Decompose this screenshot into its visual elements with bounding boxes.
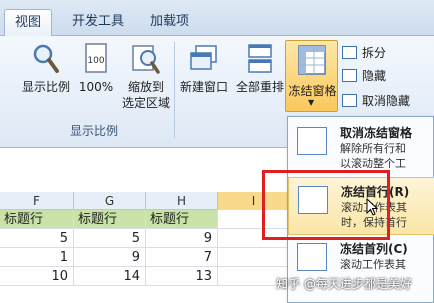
unfreeze-desc-1: 解除所有行和 [340,142,406,155]
zoom-button-label: 显示比例 [21,80,70,94]
zoom-100-label: 100% [78,80,114,94]
data-cell[interactable]: 13 [146,267,218,286]
data-cell[interactable]: 1 [0,248,74,267]
data-cell[interactable]: 10 [0,267,74,286]
arrange-all-button[interactable]: 全部重排 [232,42,288,95]
freeze-first-column-title: 冻结首列(C) [340,242,408,256]
unhide-button[interactable]: 取消隐藏 [342,92,410,110]
freeze-panes-button[interactable]: 冻结窗格 ▼ [285,40,338,112]
data-cell[interactable]: 9 [146,229,218,248]
data-cell[interactable]: 9 [74,248,146,267]
arrange-all-label: 全部重排 [235,80,284,94]
magnifier-icon [33,44,59,73]
tab-addins[interactable]: 加载项 [140,9,199,36]
empty-cell[interactable] [218,248,290,267]
zoom-selection-label-2: 选定区域 [121,96,170,110]
menu-item-unfreeze[interactable]: 取消冻结窗格 解除所有行和 以滚动整个工 [288,119,434,177]
arrange-all-icon [248,44,272,73]
zoom-button[interactable]: 显示比例 [18,42,74,95]
zoom-100-button[interactable]: 100 100% [76,42,116,95]
tab-developer[interactable]: 开发工具 [62,9,134,36]
column-header-g[interactable]: G [74,192,146,210]
mouse-cursor-icon [366,198,378,216]
unfreeze-desc-2: 以滚动整个工 [340,157,406,170]
new-window-icon [190,45,217,70]
split-label: 拆分 [362,46,387,60]
freeze-panes-icon [298,45,326,75]
hide-icon [342,69,357,82]
ribbon-tab-bar: 视图 开发工具 加载项 [0,0,434,36]
zoom-group-label: 显示比例 [70,124,119,138]
hide-button[interactable]: 隐藏 [342,67,386,85]
title-cell[interactable]: 标题行 [74,210,146,229]
new-window-label: 新建窗口 [179,80,228,94]
column-header-f[interactable]: F [0,192,74,210]
split-button[interactable]: 拆分 [342,44,386,62]
title-cell[interactable]: 标题行 [0,210,74,229]
unfreeze-title: 取消冻结窗格 [340,126,413,140]
hide-label: 隐藏 [362,69,387,83]
freeze-first-column-desc-1: 滚动工作表其 [340,258,406,271]
data-cell[interactable]: 7 [146,248,218,267]
data-cell[interactable]: 5 [74,229,146,248]
group-separator [174,42,175,138]
split-icon [342,46,357,59]
watermark-text: 知乎 @每天进步都是美好 [276,277,412,291]
svg-text:100: 100 [87,56,104,66]
new-window-button[interactable]: 新建窗口 [176,42,232,95]
unfreeze-icon [297,127,327,155]
tab-view[interactable]: 视图 [4,9,53,36]
unhide-icon [342,94,357,107]
unhide-label: 取消隐藏 [362,94,411,108]
page-100-icon: 100 [85,43,107,73]
data-cell[interactable]: 5 [0,229,74,248]
zoom-to-selection-button[interactable]: 缩放到 选定区域 [118,42,174,111]
freeze-panes-label: 冻结窗格 [288,84,337,98]
data-cell[interactable]: 14 [74,267,146,286]
zoom-selection-icon [132,45,160,74]
column-header-h[interactable]: H [146,192,218,210]
freeze-first-column-icon [297,243,327,271]
title-cell[interactable]: 标题行 [146,210,218,229]
dropdown-arrow-icon: ▼ [308,98,315,107]
zoom-selection-label-1: 缩放到 [127,80,164,94]
